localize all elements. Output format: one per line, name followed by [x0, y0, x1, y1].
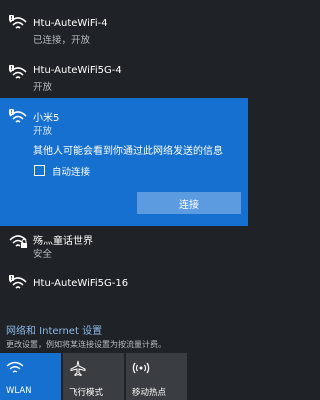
mobile-hotspot-tile-label: 移动热点: [132, 388, 167, 398]
network-name: 殇灬童话世界: [33, 236, 93, 247]
svg-text:!: !: [10, 276, 12, 282]
security-warning: 其他人可能会看到你通过此网络发送的信息: [33, 146, 223, 157]
network-status: 开放: [33, 82, 53, 93]
network-settings: 网络和 Internet 设置 更改设置，例如将某连接设置为按流量计费。: [6, 322, 246, 350]
network-settings-link[interactable]: 网络和 Internet 设置: [6, 322, 246, 337]
auto-connect-label: 自动连接: [52, 167, 91, 178]
network-settings-description: 更改设置，例如将某连接设置为按流量计费。: [6, 340, 166, 349]
svg-text:!: !: [10, 66, 12, 72]
wifi-open-icon: !: [9, 275, 27, 289]
network-item-shang-fairy-tale[interactable]: 殇灬童话世界 安全: [0, 226, 248, 274]
network-name: Htu-AuteWiFi5G-4: [33, 65, 122, 76]
airplane-mode-tile[interactable]: 飞行模式: [63, 353, 124, 400]
airplane-mode-tile-label: 飞行模式: [69, 388, 104, 398]
network-item-xiaomi5-expanded[interactable]: ! 小米5 开放 其他人可能会看到你通过此网络发送的信息 自动连接 连接: [0, 98, 248, 226]
network-name: Htu-AuteWiFi5G-16: [33, 278, 129, 289]
svg-text:!: !: [10, 110, 12, 116]
network-status: 安全: [33, 249, 53, 260]
wlan-tile[interactable]: WLAN: [0, 353, 61, 400]
wifi-open-icon: !: [9, 109, 27, 123]
network-flyout: ! Htu-AuteWiFi-4 已连接，开放 ! Htu-AuteWiFi5G…: [0, 0, 248, 400]
airplane-icon: [70, 360, 86, 376]
mobile-hotspot-tile[interactable]: 移动热点: [126, 353, 187, 400]
wifi-icon: [6, 361, 24, 373]
auto-connect-checkbox[interactable]: [34, 165, 45, 176]
network-status: 已连接，开放: [33, 35, 91, 46]
network-status: 开放: [33, 126, 53, 137]
network-item-htu-autewifi5g-4[interactable]: ! Htu-AuteWiFi5G-4 开放: [0, 50, 248, 98]
network-item-htu-autewifi-4[interactable]: ! Htu-AuteWiFi-4 已连接，开放: [0, 0, 248, 48]
network-name: 小米5: [33, 113, 60, 124]
wifi-open-icon: !: [9, 15, 27, 29]
network-name: Htu-AuteWiFi-4: [33, 18, 108, 29]
network-item-htu-autewifi5g-16[interactable]: ! Htu-AuteWiFi5G-16: [0, 274, 248, 322]
wlan-tile-label: WLAN: [6, 386, 32, 396]
wifi-open-icon: !: [9, 65, 27, 79]
wifi-secure-icon: [9, 235, 27, 248]
svg-text:!: !: [10, 16, 12, 22]
connect-button[interactable]: 连接: [137, 192, 241, 214]
hotspot-icon: [132, 362, 150, 374]
